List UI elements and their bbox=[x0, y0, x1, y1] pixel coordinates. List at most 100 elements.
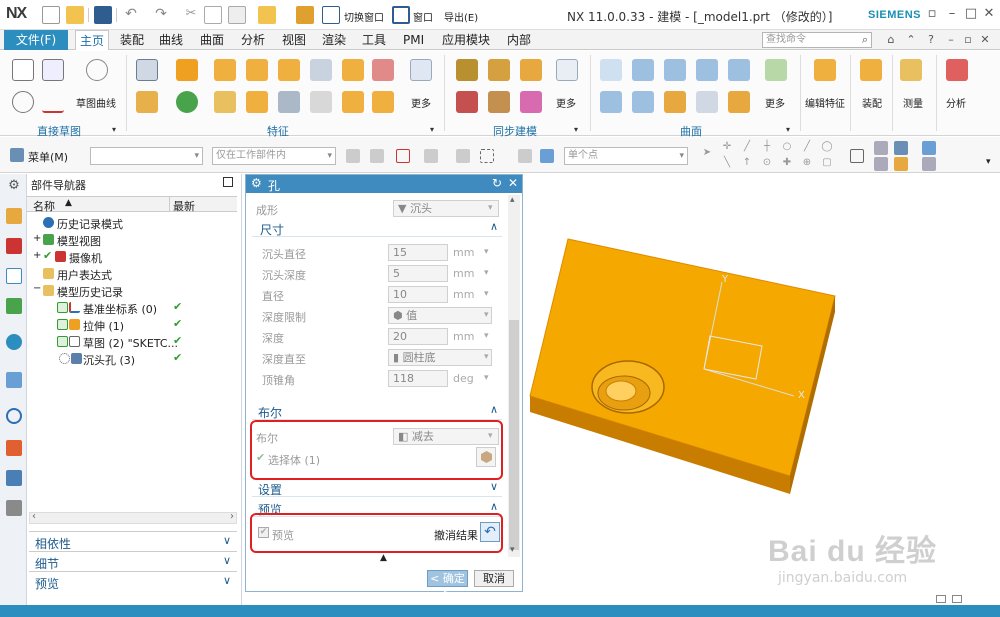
tab-tools[interactable]: 工具 bbox=[358, 30, 390, 50]
edit-feature-icon[interactable] bbox=[814, 59, 836, 81]
snap-3-icon[interactable]: ╱ bbox=[740, 141, 754, 155]
tree-row-extrude[interactable]: 拉伸 (1) ✔ bbox=[27, 316, 237, 333]
search-icon[interactable]: ⌕ bbox=[858, 33, 872, 47]
surface-6-icon[interactable] bbox=[600, 91, 622, 113]
measure-icon[interactable] bbox=[900, 59, 922, 81]
selection-tool-8-icon[interactable] bbox=[540, 149, 554, 163]
paste-icon[interactable] bbox=[228, 6, 246, 24]
reuse-library-icon[interactable] bbox=[6, 298, 22, 314]
sync-5-icon[interactable] bbox=[488, 91, 510, 113]
sync-1-icon[interactable] bbox=[456, 59, 478, 81]
hole-icon[interactable] bbox=[176, 91, 198, 113]
doc-minimize-icon[interactable]: – bbox=[944, 33, 958, 47]
tree-row-model-views[interactable]: + 模型视图 bbox=[27, 231, 237, 248]
surface-4-icon[interactable] bbox=[696, 59, 718, 81]
minimize-icon[interactable]: – bbox=[942, 5, 962, 23]
constraint-navigator-icon[interactable] bbox=[6, 238, 22, 254]
selection-tool-4-icon[interactable] bbox=[424, 149, 438, 163]
menu-button[interactable]: 菜单(M) bbox=[28, 149, 68, 165]
ribbon-options-icon[interactable]: ⌂ bbox=[884, 33, 898, 47]
feature-9-icon[interactable] bbox=[278, 91, 300, 113]
tree-row-cameras[interactable]: + ✔ 摄像机 bbox=[27, 248, 237, 265]
window-icon[interactable] bbox=[392, 6, 410, 24]
navigator-horizontal-scrollbar[interactable]: ‹ › bbox=[29, 511, 237, 524]
dialog-vertical-scrollbar[interactable]: ▴ ▾ bbox=[508, 195, 520, 557]
snap-7-icon[interactable]: ◯ bbox=[820, 141, 834, 155]
view-2-icon[interactable] bbox=[894, 141, 908, 155]
tab-pmi[interactable]: PMI bbox=[399, 30, 428, 50]
tree-row-user-expressions[interactable]: 用户表达式 bbox=[27, 265, 237, 282]
surface-8-icon[interactable] bbox=[664, 91, 686, 113]
selection-tool-1-icon[interactable] bbox=[346, 149, 360, 163]
selection-tool-3-icon[interactable] bbox=[396, 149, 410, 163]
feature-12-icon[interactable] bbox=[372, 91, 394, 113]
graphics-window[interactable]: X Y Bai du 经验 jingyan.baidu.com bbox=[524, 174, 1000, 605]
feature-4-icon[interactable] bbox=[310, 59, 332, 81]
save-icon[interactable] bbox=[94, 6, 112, 24]
repeat-command-icon[interactable] bbox=[258, 6, 276, 24]
open-folder-icon[interactable] bbox=[66, 6, 84, 24]
column-latest[interactable]: 最新 bbox=[173, 198, 195, 214]
checkbox-icon[interactable] bbox=[57, 302, 68, 313]
accordion-dependencies[interactable]: 相依性 ∨ bbox=[29, 531, 237, 551]
depth-to-select[interactable]: ▮ 圆柱底 bbox=[388, 349, 492, 366]
surface-10-icon[interactable] bbox=[728, 91, 750, 113]
view-3-icon[interactable] bbox=[922, 141, 936, 155]
diameter-input[interactable]: 10 bbox=[388, 286, 448, 303]
restore-icon[interactable]: ▫ bbox=[922, 5, 942, 23]
tab-analysis[interactable]: 分析 bbox=[237, 30, 269, 50]
window-menu[interactable]: 窗口 bbox=[413, 9, 433, 24]
more-features-icon[interactable] bbox=[410, 59, 432, 81]
more-sync-label[interactable]: 更多 bbox=[556, 95, 576, 110]
collapse-icon[interactable]: − bbox=[33, 283, 41, 294]
menu-icon[interactable] bbox=[10, 148, 24, 162]
feature-10-icon[interactable] bbox=[310, 91, 332, 113]
scroll-thumb[interactable] bbox=[509, 320, 519, 550]
snap-6-icon[interactable]: ╱ bbox=[800, 141, 814, 155]
collapse-ribbon-icon[interactable]: ⌃ bbox=[904, 33, 918, 47]
measure-label[interactable]: 测量 bbox=[903, 95, 923, 110]
tree-row-counterbore-hole[interactable]: 沉头孔 (3) ✔ bbox=[27, 350, 237, 367]
tab-surface[interactable]: 曲面 bbox=[196, 30, 228, 50]
close-icon[interactable]: ✕ bbox=[979, 5, 999, 23]
feature-7-icon[interactable] bbox=[214, 91, 236, 113]
cancel-button[interactable]: 取消 bbox=[474, 570, 514, 587]
surface-7-icon[interactable] bbox=[632, 91, 654, 113]
reset-icon[interactable]: ↻ bbox=[492, 176, 502, 190]
expand-icon[interactable]: + bbox=[33, 233, 41, 244]
depth-input[interactable]: 20 bbox=[388, 328, 448, 345]
selection-tool-6-icon[interactable] bbox=[480, 149, 494, 163]
section-boolean[interactable]: 布尔 ∧ bbox=[252, 403, 502, 420]
more-surface-label[interactable]: 更多 bbox=[765, 95, 785, 110]
view-6-icon[interactable] bbox=[922, 157, 936, 171]
undo-icon[interactable]: ↶ bbox=[122, 6, 140, 24]
help-icon[interactable]: ? bbox=[924, 33, 938, 47]
profile-icon[interactable] bbox=[12, 91, 34, 113]
column-name[interactable]: 名称 bbox=[33, 198, 55, 214]
selection-tool-2-icon[interactable] bbox=[370, 149, 384, 163]
section-settings[interactable]: 设置 ∨ bbox=[252, 480, 502, 497]
edit-feature-label[interactable]: 编辑特征 bbox=[805, 95, 845, 110]
tab-curve[interactable]: 曲线 bbox=[155, 30, 187, 50]
line-icon[interactable] bbox=[42, 91, 64, 113]
more-sync-icon[interactable] bbox=[556, 59, 578, 81]
snap-12-icon[interactable]: ⊕ bbox=[800, 157, 814, 171]
counterbore-diameter-input[interactable]: 15 bbox=[388, 244, 448, 261]
surface-9-icon[interactable] bbox=[696, 91, 718, 113]
more-features-label[interactable]: 更多 bbox=[411, 95, 431, 110]
tab-view[interactable]: 视图 bbox=[278, 30, 310, 50]
switch-window-button[interactable]: 切换窗口 bbox=[344, 9, 384, 24]
export-menu[interactable]: 导出(E) bbox=[444, 9, 478, 24]
datum-plane-icon[interactable] bbox=[136, 59, 158, 81]
revolve-icon[interactable] bbox=[136, 91, 158, 113]
assembly-navigator-icon[interactable] bbox=[6, 208, 22, 224]
snap-4-icon[interactable]: ┼ bbox=[760, 141, 774, 155]
accordion-preview[interactable]: 预览 ∨ bbox=[29, 571, 237, 591]
snap-11-icon[interactable]: ✚ bbox=[780, 157, 794, 171]
tree-row-sketch[interactable]: 草图 (2) "SKETC... ✔ bbox=[27, 333, 237, 350]
feature-6-icon[interactable] bbox=[372, 59, 394, 81]
copy-icon[interactable] bbox=[204, 6, 222, 24]
view-1-icon[interactable] bbox=[874, 141, 888, 155]
view-4-icon[interactable] bbox=[874, 157, 888, 171]
snap-10-icon[interactable]: ⊙ bbox=[760, 157, 774, 171]
